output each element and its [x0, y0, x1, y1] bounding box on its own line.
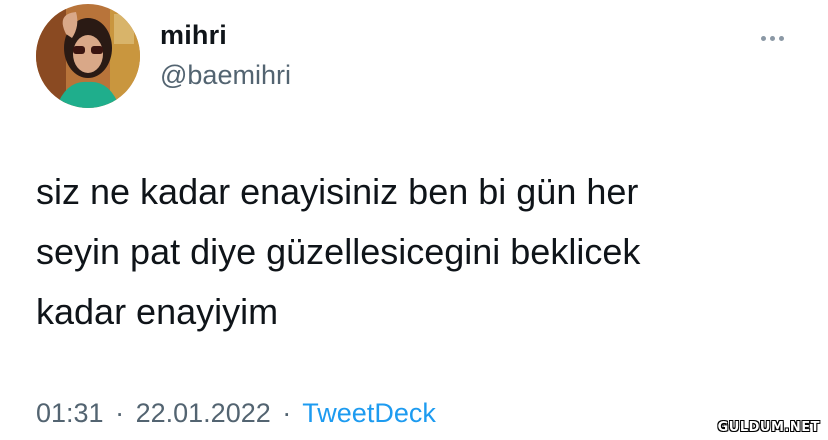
- tweet-text-line: siz ne kadar enayisiniz ben bi gün her: [36, 171, 639, 212]
- avatar[interactable]: [36, 4, 140, 108]
- separator: ·: [115, 398, 125, 428]
- tweet-time[interactable]: 01:31: [36, 398, 104, 428]
- tweet-text-line: kadar enayiyim: [36, 291, 279, 332]
- user-handle[interactable]: @baemihri: [160, 60, 291, 91]
- separator: ·: [282, 398, 292, 428]
- tweet-source-link[interactable]: TweetDeck: [302, 398, 436, 428]
- tweet-card: mihri @baemihri siz ne kadar enayisiniz …: [0, 0, 828, 440]
- more-options-button[interactable]: [752, 24, 792, 52]
- avatar-photo: [36, 4, 140, 108]
- tweet-text-line: seyin pat diye güzellesicegini beklicek: [36, 231, 641, 272]
- tweet-text: siz ne kadar enayisiniz ben bi gün her s…: [36, 162, 796, 342]
- tweet-metadata: 01:31 · 22.01.2022 · TweetDeck: [36, 398, 436, 429]
- display-name[interactable]: mihri: [160, 20, 227, 51]
- more-horizontal-icon: [778, 35, 784, 41]
- watermark: GULDUM.NET: [717, 420, 820, 435]
- more-horizontal-icon: [769, 35, 775, 41]
- more-horizontal-icon: [760, 35, 766, 41]
- tweet-date[interactable]: 22.01.2022: [136, 398, 271, 428]
